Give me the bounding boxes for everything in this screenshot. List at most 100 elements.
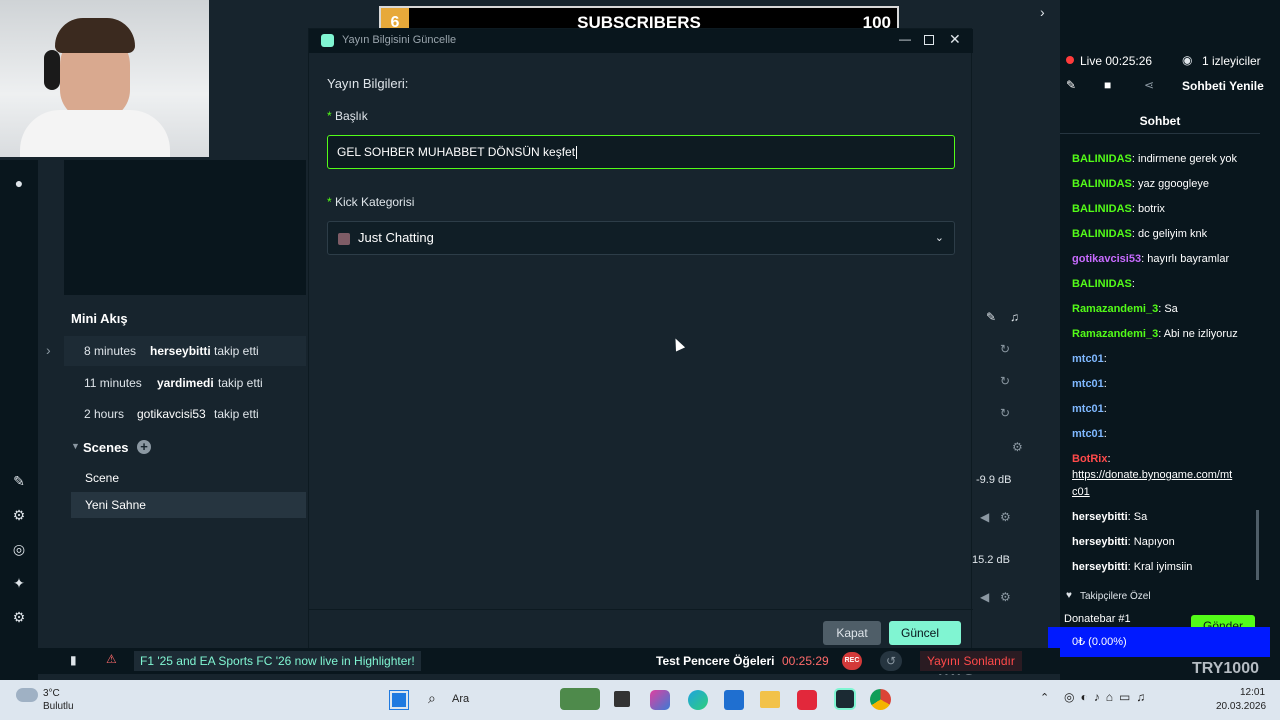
gear-icon[interactable]: ⚙ (1000, 590, 1011, 604)
task-view-icon[interactable] (614, 691, 630, 707)
refresh-chat-button[interactable]: Sohbeti Yenile (1182, 79, 1264, 93)
chat-username[interactable]: BALINIDAS (1072, 203, 1132, 215)
warning-icon[interactable]: ⚠ (106, 652, 117, 666)
chat-username[interactable]: mtc01 (1072, 378, 1104, 390)
expand-arrow-icon[interactable]: › (46, 342, 51, 358)
category-label: * Kick Kategorisi (327, 195, 414, 209)
update-button[interactable]: Güncel (889, 621, 961, 645)
chat-message: BotRix: (1072, 453, 1272, 465)
theme-icon[interactable]: ✎ (10, 472, 28, 490)
edge-icon[interactable] (688, 690, 708, 710)
chat-message: BALINIDAS: (1072, 278, 1272, 290)
file-explorer-icon[interactable] (760, 691, 780, 708)
refresh-icon[interactable]: ↻ (1000, 406, 1010, 420)
person-hair (55, 18, 135, 53)
windows-start-icon[interactable] (389, 690, 409, 710)
widgets-icon[interactable] (560, 688, 600, 710)
end-stream-button[interactable]: Yayını Sonlandır (920, 651, 1022, 671)
scene-item-selected[interactable]: Yeni Sahne (71, 492, 306, 518)
mute-all-icon[interactable]: ✎ (986, 310, 996, 324)
stream-title-input[interactable]: GEL SOHBER MUHABBET DÖNSÜN keşfet (327, 135, 955, 169)
category-select[interactable]: Just Chatting ⌄ (327, 221, 955, 255)
chat-message: BALINIDAS: dc geliyim knk (1072, 228, 1272, 240)
collapse-caret-icon[interactable]: ▼ (71, 441, 80, 451)
chat-panel: Live 00:25:26 ◉ 1 izleyiciler ✎ ■ ⋖ Sohb… (1060, 0, 1280, 680)
streamlabs-icon[interactable] (834, 688, 856, 710)
chat-message: BALINIDAS: indirmene gerek yok (1072, 153, 1272, 165)
chat-username[interactable]: Ramazandemi_3 (1072, 303, 1158, 315)
mini-feed-panel: Mini Akış 8 minutes herseybitti takip et… (64, 300, 306, 428)
gear-icon[interactable]: ⚙ (1000, 510, 1011, 524)
followers-only-label: Takipçilere Özel (1080, 591, 1151, 602)
scene-item[interactable]: Scene (71, 465, 306, 491)
test-widgets-button[interactable]: Test Pencere Öğeleri (656, 654, 775, 668)
clock-date[interactable]: 20.03.2026 (1216, 701, 1266, 712)
event-user: gotikavcisi53 (137, 407, 206, 421)
edit-icon[interactable]: ✎ (1066, 78, 1076, 92)
search-icon[interactable]: ⌕ (428, 690, 436, 707)
apps-icon[interactable]: ⚙ (10, 506, 28, 524)
chat-username[interactable]: BALINIDAS (1072, 278, 1132, 290)
close-dialog-button[interactable]: Kapat (823, 621, 881, 645)
chat-username[interactable]: herseybitti (1072, 536, 1128, 548)
chat-text: : Abi ne izliyoruz (1158, 328, 1238, 340)
highlighter-icon[interactable]: ◎ (10, 540, 28, 558)
search-box[interactable]: Ara (452, 693, 469, 705)
chat-message: herseybitti: Sa (1072, 511, 1272, 523)
chat-text[interactable]: c01 (1072, 486, 1090, 498)
chat-username[interactable]: BotRix (1072, 453, 1107, 465)
chat-username[interactable]: Ramazandemi_3 (1072, 328, 1158, 340)
chat-username[interactable]: BALINIDAS (1072, 178, 1132, 190)
chat-username[interactable]: mtc01 (1072, 403, 1104, 415)
dialog-close-icon[interactable]: ✕ (949, 31, 961, 48)
refresh-icon[interactable]: ↻ (1000, 342, 1010, 356)
ai-icon[interactable]: ✦ (10, 574, 28, 592)
replay-buffer-icon[interactable]: ↺ (880, 651, 902, 671)
chat-username[interactable]: BALINIDAS (1072, 153, 1132, 165)
play-icon[interactable]: ● (10, 174, 28, 192)
dialog-minimize-icon[interactable]: — (899, 32, 911, 46)
dialog-maximize-icon[interactable] (924, 35, 934, 45)
refresh-icon[interactable]: ↻ (1000, 374, 1010, 388)
copilot-icon[interactable] (650, 690, 670, 710)
speaker-icon[interactable]: ◀ (980, 590, 989, 604)
clock-time[interactable]: 12:01 (1240, 687, 1265, 698)
chat-message: mtc01: (1072, 378, 1272, 390)
chat-message: mtc01: (1072, 353, 1272, 365)
weather-icon[interactable] (16, 688, 38, 702)
chat-username[interactable]: herseybitti (1072, 511, 1128, 523)
chat-tab[interactable]: Sohbet (1060, 108, 1260, 134)
mixer-settings-icon[interactable]: ⚙ (1012, 440, 1023, 454)
collapse-arrow-icon[interactable]: › (1040, 4, 1045, 20)
event-time: 2 hours (84, 407, 125, 421)
rec-button[interactable]: REC (842, 652, 862, 670)
stats-icon[interactable]: ▮ (70, 653, 77, 667)
add-scene-icon[interactable]: + (137, 440, 151, 454)
donation-progress-bar: 0₺ (0.00%) (1048, 627, 1270, 657)
windows-taskbar: 3°C Bulutlu ⌕ Ara ⌃ ◎◐♪⌂▭♫ 12:01 20.03.2… (0, 680, 1280, 720)
wps-icon[interactable] (797, 690, 817, 710)
tray-chevron-icon[interactable]: ⌃ (1040, 691, 1049, 704)
chat-username[interactable]: BALINIDAS (1072, 228, 1132, 240)
chrome-icon[interactable] (870, 689, 891, 710)
status-bar: ▮ ⚠ F1 '25 and EA Sports FC '26 now live… (0, 648, 1060, 674)
highlighter-notice[interactable]: F1 '25 and EA Sports FC '26 now live in … (134, 651, 421, 671)
live-indicator-icon (1066, 56, 1074, 64)
stream-title-value: GEL SOHBER MUHABBET DÖNSÜN keşfet (337, 145, 576, 159)
share-icon[interactable]: ⋖ (1144, 78, 1154, 92)
dialog-titlebar: Yayın Bilgisini Güncelle — ✕ (309, 29, 973, 53)
store-icon[interactable] (724, 690, 744, 710)
chat-username[interactable]: herseybitti (1072, 561, 1128, 573)
chat-username[interactable]: mtc01 (1072, 428, 1104, 440)
camera-icon[interactable]: ■ (1104, 78, 1111, 92)
title-label: * Başlık (327, 109, 368, 123)
chat-text[interactable]: https://donate.bynogame.com/mt (1072, 469, 1232, 481)
stream-timer: 00:25:29 (782, 654, 829, 668)
volume-icon[interactable]: ♫ (1010, 310, 1019, 324)
eye-icon: ◉ (1182, 53, 1193, 67)
settings-icon[interactable]: ⚙ (10, 608, 28, 626)
text-cursor (576, 146, 578, 160)
chat-username[interactable]: mtc01 (1072, 353, 1104, 365)
chat-username[interactable]: gotikavcisi53 (1072, 253, 1141, 265)
speaker-icon[interactable]: ◀ (980, 510, 989, 524)
